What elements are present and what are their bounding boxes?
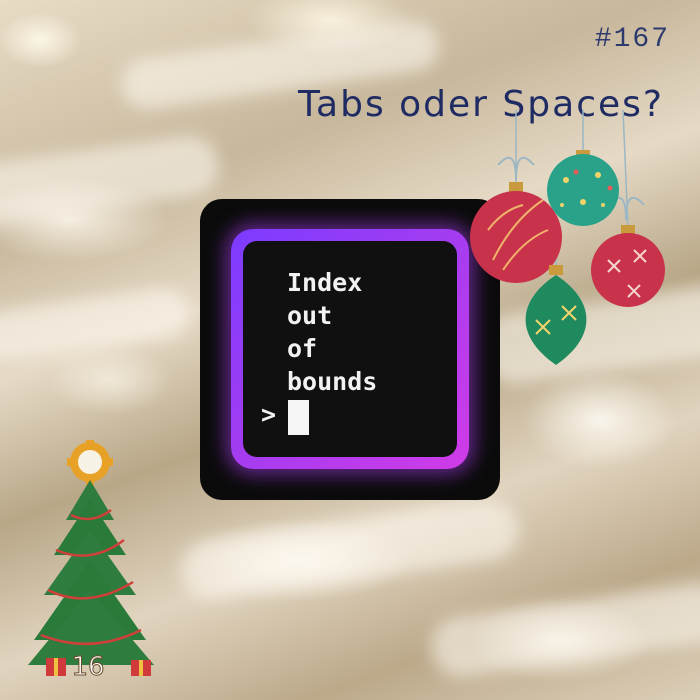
light-streak [0,132,223,228]
prompt-symbol: > [261,400,277,429]
terminal-line: out [287,301,333,330]
tree-number-label: 16 [71,652,104,682]
light-streak [427,579,700,681]
terminal-line: of [287,334,318,363]
terminal-line: bounds [287,367,378,396]
christmas-tree-icon: 16 [28,440,154,683]
terminal-line: Index [287,268,363,297]
episode-number: #167 [594,24,670,55]
terminal-cursor [288,400,309,435]
christmas-ornaments-icon [470,110,665,365]
light-streak [177,496,523,604]
light-streak [0,284,193,366]
terminal-text: Index out of bounds [287,266,377,398]
